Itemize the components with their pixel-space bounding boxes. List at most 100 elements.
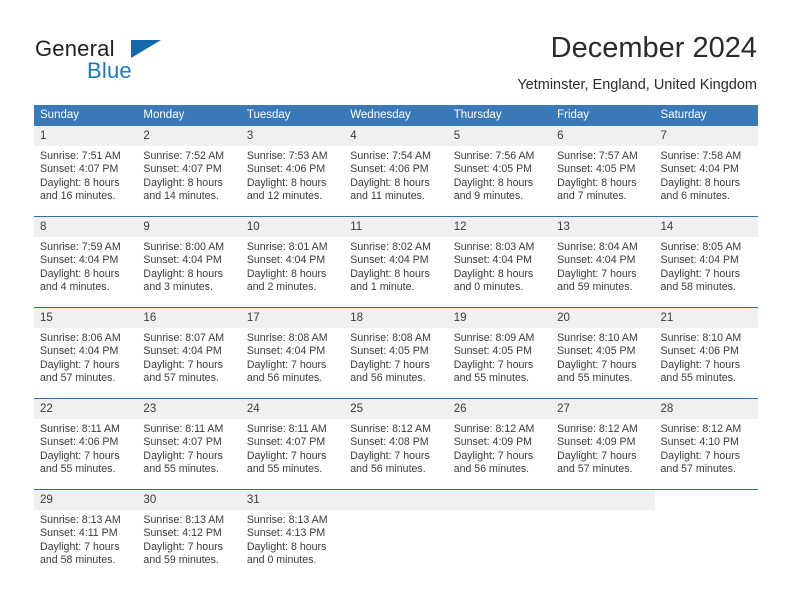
sunrise-text: Sunrise: 8:12 AM: [660, 423, 742, 435]
weekday-header-wednesday: Wednesday: [344, 105, 448, 126]
day-number: 19: [447, 308, 552, 328]
calendar-week-row: 22 Sunrise: 8:11 AM Sunset: 4:06 PM Dayl…: [34, 398, 758, 490]
day-cell[interactable]: 15 Sunrise: 8:06 AM Sunset: 4:04 PM Dayl…: [34, 307, 138, 399]
day-cell[interactable]: 29 Sunrise: 8:13 AM Sunset: 4:11 PM Dayl…: [34, 489, 138, 580]
day-number: 15: [34, 308, 138, 328]
day-number: 23: [137, 399, 241, 419]
daylight-text-line1: Daylight: 8 hours: [350, 267, 430, 280]
day-cell[interactable]: 2 Sunrise: 7:52 AM Sunset: 4:07 PM Dayli…: [137, 126, 241, 217]
sunrise-text: Sunrise: 8:11 AM: [143, 423, 224, 435]
daylight-text-line2: and 59 minutes.: [143, 554, 219, 567]
day-cell[interactable]: 14 Sunrise: 8:05 AM Sunset: 4:04 PM Dayl…: [654, 216, 758, 308]
day-cell[interactable]: 26 Sunrise: 8:12 AM Sunset: 4:09 PM Dayl…: [447, 398, 552, 490]
day-cell[interactable]: 20 Sunrise: 8:10 AM Sunset: 4:05 PM Dayl…: [551, 307, 655, 399]
day-cell[interactable]: 30 Sunrise: 8:13 AM Sunset: 4:12 PM Dayl…: [137, 489, 241, 580]
daylight-text-line2: and 55 minutes.: [660, 372, 736, 385]
weekday-header-saturday: Saturday: [654, 105, 758, 126]
day-cell[interactable]: 18 Sunrise: 8:08 AM Sunset: 4:05 PM Dayl…: [344, 307, 448, 399]
daylight-text-line1: Daylight: 7 hours: [350, 449, 430, 462]
daylight-text-line2: and 57 minutes.: [143, 372, 219, 385]
day-details: Sunrise: 8:00 AM Sunset: 4:04 PM Dayligh…: [137, 237, 240, 295]
sunrise-text: Sunrise: 7:51 AM: [40, 150, 121, 162]
day-cell[interactable]: 23 Sunrise: 8:11 AM Sunset: 4:07 PM Dayl…: [137, 398, 241, 490]
day-number: 31: [240, 490, 345, 510]
daylight-text-line2: and 4 minutes.: [40, 281, 110, 294]
day-cell[interactable]: 7 Sunrise: 7:58 AM Sunset: 4:04 PM Dayli…: [654, 126, 758, 217]
sunset-text: Sunset: 4:04 PM: [246, 254, 326, 267]
sunset-text: Sunset: 4:04 PM: [143, 345, 222, 358]
day-cell[interactable]: 27 Sunrise: 8:12 AM Sunset: 4:09 PM Dayl…: [551, 398, 655, 490]
day-number: 8: [34, 217, 138, 237]
day-cell[interactable]: 24 Sunrise: 8:11 AM Sunset: 4:07 PM Dayl…: [240, 398, 345, 490]
day-details: Sunrise: 8:13 AM Sunset: 4:12 PM Dayligh…: [137, 510, 240, 568]
day-cell[interactable]: 19 Sunrise: 8:09 AM Sunset: 4:05 PM Dayl…: [447, 307, 552, 399]
day-cell[interactable]: 3 Sunrise: 7:53 AM Sunset: 4:06 PM Dayli…: [240, 126, 345, 217]
day-cell[interactable]: 9 Sunrise: 8:00 AM Sunset: 4:04 PM Dayli…: [137, 216, 241, 308]
daylight-text-line1: Daylight: 7 hours: [660, 358, 741, 371]
sunrise-text: Sunrise: 8:10 AM: [557, 332, 638, 344]
day-cell[interactable]: 1 Sunrise: 7:51 AM Sunset: 4:07 PM Dayli…: [34, 126, 138, 217]
day-cell[interactable]: 8 Sunrise: 7:59 AM Sunset: 4:04 PM Dayli…: [34, 216, 138, 308]
daylight-text-line1: Daylight: 7 hours: [557, 358, 637, 371]
day-details: Sunrise: 8:04 AM Sunset: 4:04 PM Dayligh…: [551, 237, 654, 295]
day-number: 17: [240, 308, 345, 328]
day-cell[interactable]: 11 Sunrise: 8:02 AM Sunset: 4:04 PM Dayl…: [344, 216, 448, 308]
daylight-text-line2: and 55 minutes.: [557, 372, 633, 385]
day-cell[interactable]: 31 Sunrise: 8:13 AM Sunset: 4:13 PM Dayl…: [240, 489, 345, 580]
sunrise-text: Sunrise: 8:12 AM: [557, 423, 638, 435]
day-details: Sunrise: 8:02 AM Sunset: 4:04 PM Dayligh…: [344, 237, 447, 295]
page-title: December 2024: [550, 32, 757, 64]
day-details: Sunrise: 8:12 AM Sunset: 4:09 PM Dayligh…: [448, 419, 551, 477]
daylight-text-line2: and 57 minutes.: [660, 463, 736, 476]
day-details: Sunrise: 8:12 AM Sunset: 4:08 PM Dayligh…: [344, 419, 447, 477]
day-number: [344, 490, 448, 510]
sunset-text: Sunset: 4:04 PM: [40, 345, 119, 358]
daylight-text-line2: and 14 minutes.: [143, 190, 219, 203]
day-details: Sunrise: 7:54 AM Sunset: 4:06 PM Dayligh…: [344, 146, 447, 204]
day-number: 30: [137, 490, 241, 510]
daylight-text-line1: Daylight: 8 hours: [246, 540, 327, 553]
day-cell[interactable]: 22 Sunrise: 8:11 AM Sunset: 4:06 PM Dayl…: [34, 398, 138, 490]
day-cell[interactable]: 6 Sunrise: 7:57 AM Sunset: 4:05 PM Dayli…: [551, 126, 655, 217]
sunrise-text: Sunrise: 8:03 AM: [453, 241, 535, 253]
logo-text-blue: Blue: [87, 58, 132, 83]
sunset-text: Sunset: 4:04 PM: [453, 254, 533, 267]
day-details: Sunrise: 8:08 AM Sunset: 4:04 PM Dayligh…: [241, 328, 344, 386]
sunset-text: Sunset: 4:05 PM: [350, 345, 429, 358]
daylight-text-line1: Daylight: 8 hours: [350, 176, 430, 189]
daylight-text-line2: and 58 minutes.: [660, 281, 736, 294]
daylight-text-line1: Daylight: 8 hours: [246, 267, 327, 280]
day-number: 4: [344, 126, 448, 146]
day-cell[interactable]: 17 Sunrise: 8:08 AM Sunset: 4:04 PM Dayl…: [240, 307, 345, 399]
day-cell[interactable]: 5 Sunrise: 7:56 AM Sunset: 4:05 PM Dayli…: [447, 126, 552, 217]
daylight-text-line1: Daylight: 8 hours: [40, 176, 120, 189]
daylight-text-line1: Daylight: 7 hours: [557, 267, 637, 280]
daylight-text-line2: and 3 minutes.: [143, 281, 213, 294]
daylight-text-line1: Daylight: 7 hours: [246, 449, 327, 462]
sunrise-text: Sunrise: 8:05 AM: [660, 241, 742, 253]
day-number: 12: [447, 217, 552, 237]
calendar-week-row: 8 Sunrise: 7:59 AM Sunset: 4:04 PM Dayli…: [34, 216, 758, 308]
day-cell[interactable]: 13 Sunrise: 8:04 AM Sunset: 4:04 PM Dayl…: [551, 216, 655, 308]
day-number: 22: [34, 399, 138, 419]
general-blue-logo[interactable]: General Blue: [35, 36, 215, 88]
daylight-text-line1: Daylight: 7 hours: [143, 540, 223, 553]
daylight-text-line1: Daylight: 7 hours: [143, 449, 223, 462]
day-details: Sunrise: 7:58 AM Sunset: 4:04 PM Dayligh…: [655, 146, 758, 204]
day-details: Sunrise: 8:09 AM Sunset: 4:05 PM Dayligh…: [448, 328, 551, 386]
day-cell[interactable]: 21 Sunrise: 8:10 AM Sunset: 4:06 PM Dayl…: [654, 307, 758, 399]
weekday-header-tuesday: Tuesday: [240, 105, 345, 126]
page-header: General Blue December 2024 Yetminster, E…: [0, 0, 792, 100]
day-details: Sunrise: 8:11 AM Sunset: 4:07 PM Dayligh…: [241, 419, 344, 477]
sunrise-text: Sunrise: 8:10 AM: [660, 332, 742, 344]
daylight-text-line1: Daylight: 8 hours: [143, 267, 223, 280]
sunrise-text: Sunrise: 8:12 AM: [453, 423, 535, 435]
day-cell[interactable]: 4 Sunrise: 7:54 AM Sunset: 4:06 PM Dayli…: [344, 126, 448, 217]
sunset-text: Sunset: 4:04 PM: [660, 163, 739, 176]
day-cell[interactable]: 16 Sunrise: 8:07 AM Sunset: 4:04 PM Dayl…: [137, 307, 241, 399]
day-cell[interactable]: 28 Sunrise: 8:12 AM Sunset: 4:10 PM Dayl…: [654, 398, 758, 490]
day-cell[interactable]: 25 Sunrise: 8:12 AM Sunset: 4:08 PM Dayl…: [344, 398, 448, 490]
day-cell[interactable]: 10 Sunrise: 8:01 AM Sunset: 4:04 PM Dayl…: [240, 216, 345, 308]
day-cell[interactable]: 12 Sunrise: 8:03 AM Sunset: 4:04 PM Dayl…: [447, 216, 552, 308]
daylight-text-line1: Daylight: 8 hours: [40, 267, 120, 280]
